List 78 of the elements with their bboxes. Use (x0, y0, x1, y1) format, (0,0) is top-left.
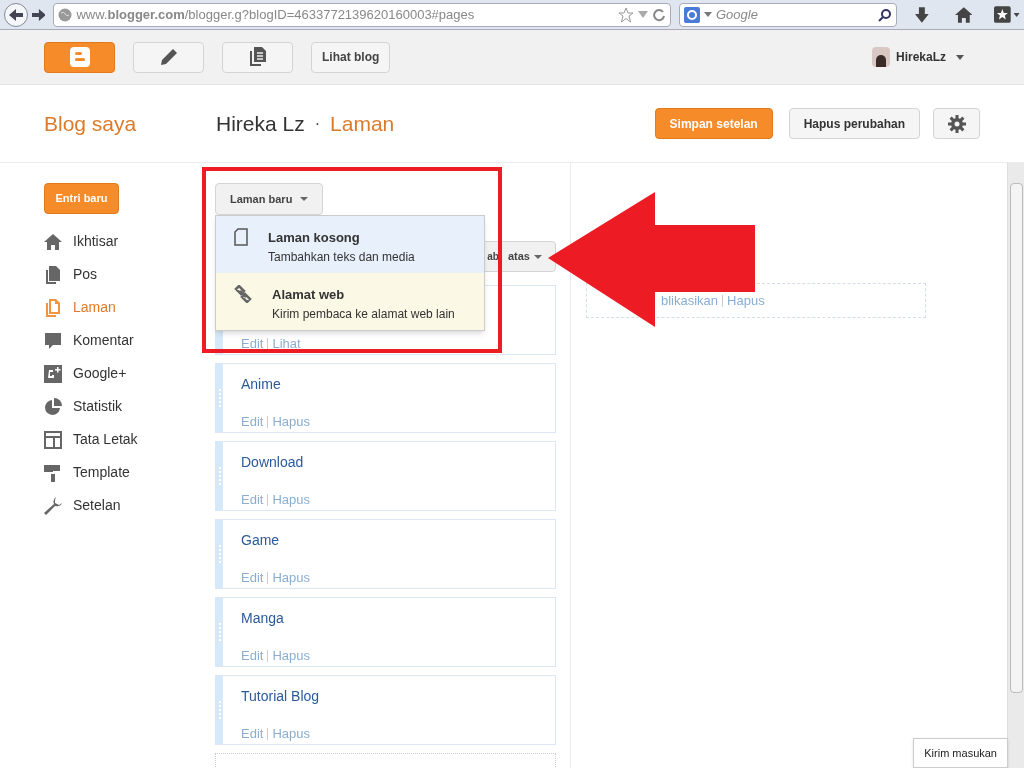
search-input[interactable]: Google (715, 4, 874, 25)
caret-icon[interactable] (703, 11, 712, 18)
gplus-icon (44, 364, 62, 383)
section-title: Laman (330, 110, 395, 137)
menu-item-title: Laman kosong (268, 229, 361, 247)
menu-item-title: Alamat web (272, 286, 346, 304)
forward-icon[interactable] (31, 7, 46, 22)
page-title[interactable]: Manga (241, 608, 310, 646)
caret-icon (534, 254, 542, 259)
posts-icon (44, 265, 62, 284)
drag-handle[interactable] (216, 442, 223, 510)
sidebar-item[interactable]: Pos (44, 258, 215, 291)
page-title[interactable]: Tutorial Blog (241, 686, 320, 724)
logo-icon (69, 47, 90, 67)
drag-handle[interactable] (216, 520, 223, 588)
tabs-dropdown-label: atas (507, 249, 530, 265)
drag-handle[interactable] (216, 598, 223, 666)
settings-button[interactable] (933, 108, 980, 139)
pages-icon (44, 298, 62, 317)
view-blog-button[interactable]: Lihat blog (311, 41, 391, 73)
roller-icon (44, 463, 62, 482)
pages-button[interactable] (222, 41, 293, 73)
page-icon (234, 228, 248, 246)
link-icon (234, 285, 252, 303)
sidebar-item[interactable]: Setelan (44, 489, 215, 522)
bookmarks-icon[interactable] (994, 5, 1020, 24)
star-icon[interactable] (617, 6, 634, 23)
scrollbar[interactable] (1007, 163, 1024, 768)
blogger-button[interactable] (44, 41, 115, 73)
menu-item-subtitle: Kirim pembaca ke alamat web lain (272, 305, 455, 323)
page-card[interactable]: Tutorial Blog Edit Hapus (215, 675, 556, 745)
separator: · (314, 113, 321, 134)
pages-icon (248, 47, 267, 67)
drag-handle[interactable] (216, 364, 223, 432)
menu-item[interactable]: Alamat web Kirim pembaca ke alamat web lain (216, 273, 484, 330)
blog-name: Hireka Lz (216, 110, 305, 137)
page-title[interactable]: Download (241, 452, 310, 490)
wrench-icon (44, 496, 62, 515)
reload-icon[interactable] (651, 7, 666, 22)
search-engine-icon (683, 6, 700, 23)
page-title[interactable]: Anime (241, 374, 310, 412)
pencil-button[interactable] (133, 41, 204, 73)
caret-icon (300, 197, 309, 201)
tabs-dropdown-label: ab (487, 250, 499, 264)
feedback-button[interactable]: Kirim masukan (913, 738, 1008, 768)
home-icon[interactable] (954, 6, 973, 23)
sidebar-item[interactable]: Google+ (44, 357, 215, 390)
sidebar-item[interactable]: Template (44, 456, 215, 489)
layout-icon (44, 430, 62, 449)
url-field[interactable]: www.blogger.com/blogger.g?blogID=4633772139620160003#pages (53, 2, 671, 27)
pie-icon (44, 397, 62, 416)
new-page-button[interactable]: Laman baru (215, 183, 324, 215)
search-icon[interactable] (877, 7, 892, 22)
caret-icon[interactable] (956, 54, 964, 60)
page-title[interactable]: Game (241, 530, 310, 568)
drag-handle[interactable] (216, 676, 223, 744)
avatar (871, 47, 890, 67)
settings-icon (947, 114, 966, 133)
sidebar-item[interactable]: Tata Letak (44, 423, 215, 456)
search-field[interactable]: Google (678, 2, 897, 27)
globe-icon (58, 7, 73, 22)
page-card[interactable]: Download Edit Hapus (215, 441, 556, 511)
page-card[interactable]: Game Edit Hapus (215, 519, 556, 589)
sidebar-item[interactable]: Ikhtisar (44, 225, 215, 258)
sidebar-item[interactable]: Statistik (44, 390, 215, 423)
comment-icon (44, 331, 62, 350)
discard-button[interactable]: Hapus perubahan (788, 108, 920, 139)
back-icon[interactable] (4, 2, 28, 27)
menu-item[interactable]: Laman kosong Tambahkan teks dan media (216, 216, 484, 273)
pencil-icon (159, 48, 178, 66)
menu-item-subtitle: Tambahkan teks dan media (268, 248, 415, 266)
sidebar-item[interactable]: Komentar (44, 324, 215, 357)
page-card[interactable]: Anime Edit Hapus (215, 363, 556, 433)
user-name[interactable]: HirekaLz (895, 48, 946, 66)
page-card[interactable]: Manga Edit Hapus (215, 597, 556, 667)
download-icon[interactable] (914, 6, 929, 23)
url-text: www.blogger.com/blogger.g?blogID=4633772139620160003#pages (76, 5, 476, 24)
home-icon (44, 232, 62, 251)
